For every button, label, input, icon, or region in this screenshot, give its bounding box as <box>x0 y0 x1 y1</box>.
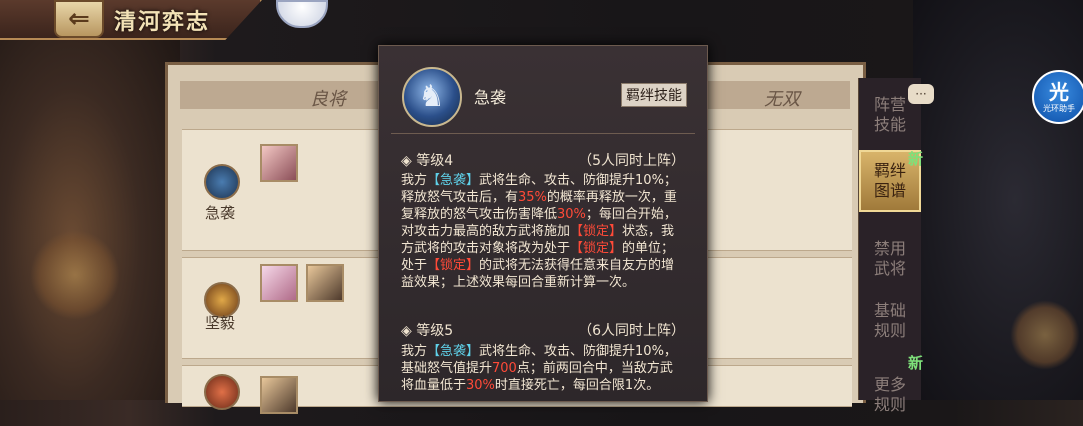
new-badge: 新 <box>908 354 924 372</box>
new-badge: 新 <box>908 150 924 168</box>
bond-row-label: 坚毅 <box>204 314 235 332</box>
background-character-art <box>0 0 180 400</box>
level-description: 我方【急袭】武将生命、攻击、防御提升10%；释放怒气攻击后，有35%的概率再释放… <box>401 172 685 291</box>
chat-dots: ··· <box>915 87 927 101</box>
skill-name: 急袭 <box>474 88 507 107</box>
value-highlight: 【锁定】 <box>570 241 623 256</box>
page-title: 清河弈志 <box>114 9 211 35</box>
porcelain-emblem-icon <box>276 0 328 28</box>
column-header-right: 无双 <box>764 89 800 110</box>
helper-logo-icon: 光 <box>1049 80 1069 104</box>
back-arrow-icon: ⇐ <box>68 4 90 34</box>
skill-icon: ♞ <box>402 67 462 127</box>
sidebar-item-basic-rules[interactable]: 基础 规则 <box>859 290 921 352</box>
chat-bubble-icon[interactable]: ··· <box>908 84 934 104</box>
sidebar-item-more-rules[interactable]: 更多 规则 <box>859 364 921 426</box>
value-highlight: 30% <box>557 207 586 222</box>
level-condition: （5人同时上阵） <box>578 153 685 169</box>
level-title: ◈ 等级4 <box>401 153 454 169</box>
value-highlight: 【锁定】 <box>570 224 623 239</box>
general-avatar[interactable] <box>306 264 344 302</box>
back-button[interactable]: ⇐ <box>54 0 104 38</box>
level-title: ◈ 等级5 <box>401 323 454 339</box>
helper-label: 光环助手 <box>1043 104 1075 113</box>
floating-helper-button[interactable]: 光 光环助手 <box>1032 70 1083 124</box>
popup-divider <box>391 133 695 134</box>
value-highlight: 700 <box>492 361 517 376</box>
description-text: 我方 <box>401 173 428 188</box>
skill-detail-popup: ♞ 急袭 羁绊技能 ◈ 等级4 （5人同时上阵） 我方【急袭】武将生命、攻击、防… <box>378 45 708 402</box>
level-header: ◈ 等级4 （5人同时上阵） <box>401 150 685 170</box>
level-header: ◈ 等级5 （6人同时上阵） <box>401 320 685 340</box>
value-highlight: 【锁定】 <box>427 258 480 273</box>
bond-name-highlight: 【急袭】 <box>427 344 480 359</box>
bond-name-highlight: 【急袭】 <box>427 173 480 188</box>
column-header-left: 良将 <box>310 89 346 110</box>
level-description: 我方【急袭】武将生命、攻击、防御提升10%，基础怒气值提升700点；前两回合中，… <box>401 343 685 394</box>
general-avatar[interactable] <box>260 264 298 302</box>
general-avatar[interactable] <box>260 144 298 182</box>
general-avatar[interactable] <box>260 376 298 414</box>
description-text: 我方 <box>401 344 428 359</box>
sidebar-item-banned-generals[interactable]: 禁用 武将 <box>859 228 921 290</box>
level-condition: （6人同时上阵） <box>578 323 685 339</box>
bond-skill-button[interactable]: 羁绊技能 <box>621 83 687 107</box>
lantern-light <box>30 230 120 320</box>
bond-emblem-icon <box>204 374 240 410</box>
lantern-light <box>1010 300 1080 370</box>
description-text: 时直接死亡，每回合限1次。 <box>494 378 660 393</box>
horse-rider-icon: ♞ <box>418 79 445 114</box>
bond-row-label: 急袭 <box>204 204 235 222</box>
value-highlight: 30% <box>466 378 495 393</box>
bond-emblem-icon <box>204 164 240 200</box>
value-highlight: 35% <box>518 190 547 205</box>
